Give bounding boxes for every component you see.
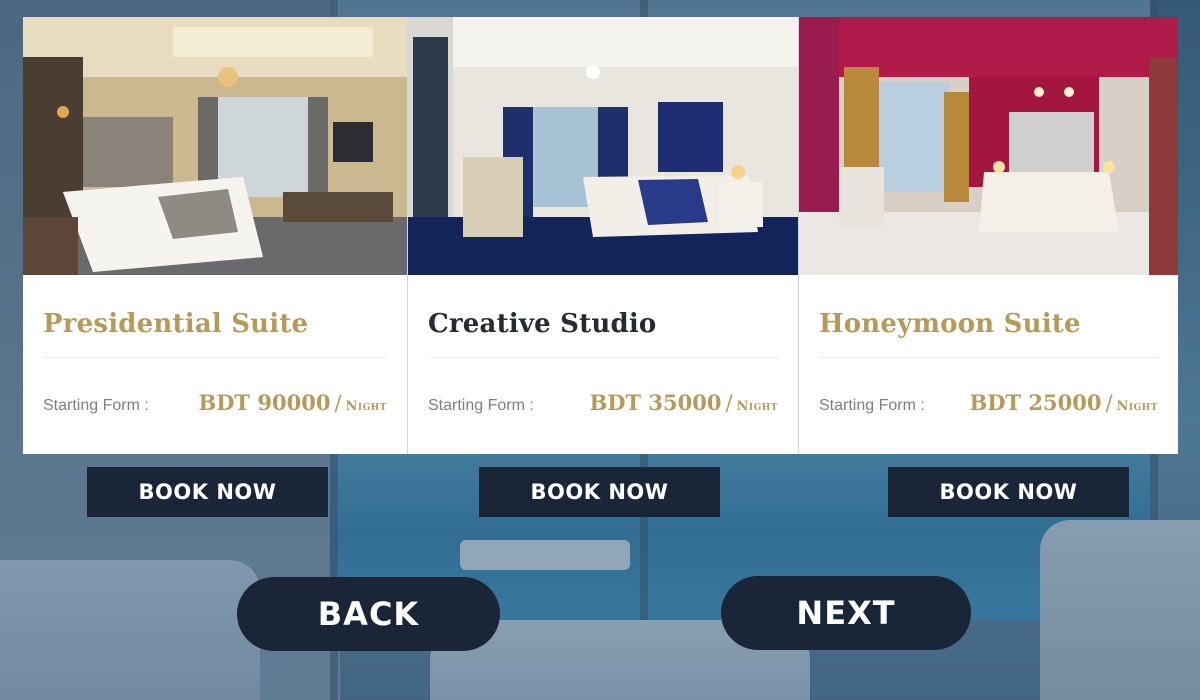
price-unit: Night [1116, 399, 1158, 414]
price-label: Starting Form : [819, 397, 925, 414]
room-title: Honeymoon Suite [819, 275, 1158, 358]
room-photo-image [408, 17, 798, 275]
price-label: Starting Form : [43, 397, 149, 414]
price-value: BDT 90000/Night [198, 390, 387, 415]
room-card-honeymoon-suite: Honeymoon Suite Starting Form : BDT 2500… [798, 17, 1178, 454]
price-label: Starting Form : [428, 397, 534, 414]
room-photo [408, 17, 798, 275]
room-photo [799, 17, 1178, 275]
back-button[interactable]: BACK [237, 577, 500, 651]
room-photo-image [799, 17, 1178, 275]
price-row: Starting Form : BDT 25000/Night [819, 390, 1158, 415]
price-separator: / [334, 391, 342, 415]
price-row: Starting Form : BDT 90000/Night [43, 390, 387, 415]
room-title: Creative Studio [428, 275, 778, 358]
price-unit: Night [736, 399, 778, 414]
price-amount: BDT 90000 [198, 390, 331, 415]
room-photo-image [23, 17, 407, 275]
book-now-button-presidential-suite[interactable]: BOOK NOW [87, 467, 328, 517]
price-row: Starting Form : BDT 35000/Night [428, 390, 778, 415]
room-selection-screen: Presidential Suite Starting Form : BDT 9… [0, 0, 1200, 700]
price-value: BDT 35000/Night [589, 390, 778, 415]
price-amount: BDT 35000 [589, 390, 722, 415]
room-card-presidential-suite: Presidential Suite Starting Form : BDT 9… [23, 17, 407, 454]
price-separator: / [1105, 391, 1113, 415]
price-unit: Night [345, 399, 387, 414]
price-amount: BDT 25000 [969, 390, 1102, 415]
book-now-button-honeymoon-suite[interactable]: BOOK NOW [888, 467, 1129, 517]
room-photo [23, 17, 407, 275]
next-button[interactable]: NEXT [721, 576, 971, 650]
room-card-creative-studio: Creative Studio Starting Form : BDT 3500… [407, 17, 798, 454]
price-value: BDT 25000/Night [969, 390, 1158, 415]
price-separator: / [725, 391, 733, 415]
book-now-button-creative-studio[interactable]: BOOK NOW [479, 467, 720, 517]
room-title: Presidential Suite [43, 275, 387, 358]
